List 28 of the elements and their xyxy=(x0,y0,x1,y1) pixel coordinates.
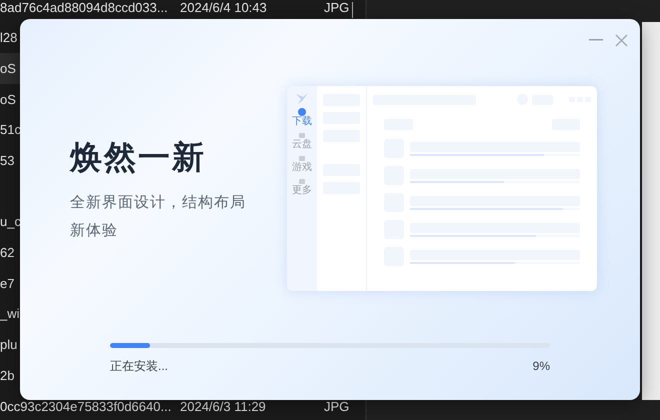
file-name: _wi xyxy=(0,305,20,324)
file-name: 62 xyxy=(0,244,14,262)
minimize-icon[interactable] xyxy=(589,39,603,41)
file-name: 0cc93c2304e75833f0d6640... xyxy=(0,398,172,416)
nav-label: 云盘 xyxy=(292,139,312,151)
file-type: JPG xyxy=(324,0,350,17)
percent-text: 9% xyxy=(532,358,550,374)
nav-label: 更多 xyxy=(292,185,312,197)
file-name: oS xyxy=(0,90,16,109)
file-name: 8ad76c4ad88094d8ccd033... xyxy=(0,0,169,17)
bird-logo-icon xyxy=(295,92,309,106)
file-name: plu xyxy=(0,336,18,354)
file-name: e7 xyxy=(0,274,14,293)
close-icon[interactable] xyxy=(615,34,628,46)
file-date: 2024/6/3 11:29 xyxy=(180,398,267,416)
file-name: l28 xyxy=(0,29,18,48)
file-date: 2024/6/4 10:43 xyxy=(180,0,268,17)
nav-label: 下载 xyxy=(292,116,312,128)
file-name: u_c xyxy=(0,213,21,232)
subtitle: 全新界面设计，结构布局新体验 xyxy=(70,193,246,241)
file-name: 53 xyxy=(0,152,14,170)
file-name: 2b xyxy=(0,366,14,385)
file-type: JPG xyxy=(324,398,350,416)
headline: 焕然一新 xyxy=(70,138,207,177)
status-text: 正在安装... xyxy=(110,358,168,374)
file-name: 51c xyxy=(0,121,21,140)
file-name: oS xyxy=(0,60,16,78)
nav-label: 游戏 xyxy=(292,162,312,174)
